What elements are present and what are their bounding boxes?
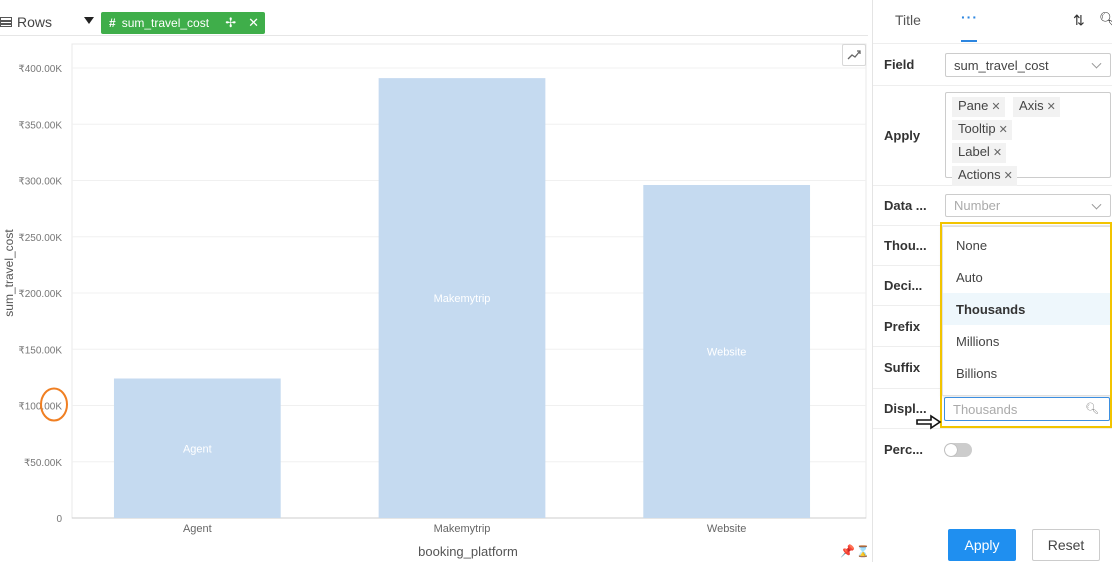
rows-shelf-selector[interactable]: Rows — [0, 8, 97, 36]
bar-label: Makemytrip — [434, 293, 491, 305]
chip-label[interactable]: Label ✕ — [952, 143, 1007, 163]
chevron-down-icon — [1091, 58, 1102, 69]
rows-label: Rows — [17, 14, 53, 30]
bar-label: Website — [707, 347, 747, 359]
field-select-value: sum_travel_cost — [954, 57, 1049, 73]
x-tick-label: Website — [707, 523, 747, 535]
arrow-right-icon — [916, 414, 942, 430]
panel-tabs: Title ··· ⇅ 🔍︎ — [873, 0, 1112, 44]
y-tick-label: ₹300.00K — [18, 177, 62, 188]
hourglass-icon[interactable]: ⌛ — [856, 546, 870, 558]
chip-actions[interactable]: Actions ✕ — [952, 166, 1017, 186]
percent-label: Perc... — [884, 441, 924, 457]
menu-item-none[interactable]: None — [943, 229, 1111, 261]
data-type-value: Number — [954, 198, 1001, 213]
reset-button[interactable]: Reset — [1032, 529, 1100, 561]
suffix-label: Suffix — [884, 360, 921, 375]
chevron-down-icon — [1091, 199, 1102, 210]
x-tick-label: Agent — [183, 523, 212, 535]
field-label: Field — [884, 57, 915, 72]
search-icon: 🔍︎ — [1085, 403, 1099, 415]
y-tick-label: ₹350.00K — [18, 120, 62, 131]
hash-icon: # — [109, 16, 116, 30]
y-tick-label: ₹150.00K — [18, 345, 62, 356]
measure-pill-label: sum_travel_cost — [121, 16, 210, 30]
rows-shelf: Rows # sum_travel_cost ✢ ✕ — [0, 8, 868, 36]
y-axis-title: sum_travel_cost — [2, 229, 16, 317]
apply-button[interactable]: Apply — [948, 529, 1016, 561]
apply-label: Apply — [884, 128, 921, 143]
y-tick-label: ₹400.00K — [18, 64, 62, 75]
menu-item-thousands[interactable]: Thousands — [943, 293, 1111, 325]
x-tick-label: Makemytrip — [434, 523, 491, 535]
y-tick-label: 0 — [56, 514, 62, 525]
sort-icon[interactable]: ⇅ — [1073, 12, 1085, 29]
measure-pill[interactable]: # sum_travel_cost ✢ ✕ — [101, 12, 265, 34]
percent-row: Perc... — [873, 429, 1112, 469]
chip-remove-icon[interactable]: ✕ — [991, 101, 1000, 113]
chip-remove-icon[interactable]: ✕ — [993, 147, 1002, 159]
chip-remove-icon[interactable]: ✕ — [1004, 170, 1013, 182]
chart-footer-icons: 📌⌛ — [840, 544, 870, 558]
chart-area: 0 ₹50.00K ₹100.00K ₹150.00K ₹200.00K ₹250.00K… — [0, 40, 870, 562]
menu-item-millions[interactable]: Millions — [943, 325, 1111, 357]
display-units-search[interactable]: Thousands 🔍︎ — [944, 397, 1110, 421]
y-tick-label: ₹250.00K — [18, 233, 62, 244]
rows-icon — [0, 17, 12, 27]
chip-tooltip[interactable]: Tooltip ✕ — [952, 120, 1012, 140]
apply-chip-input[interactable]: Pane ✕ Axis ✕ Tooltip ✕ Label ✕ Actions ✕ — [945, 92, 1111, 186]
menu-item-auto[interactable]: Auto — [943, 261, 1111, 293]
menu-item-billions[interactable]: Billions — [943, 357, 1111, 389]
field-row: Field sum_travel_cost — [873, 44, 1112, 86]
trend-icon — [847, 50, 861, 60]
data-type-select[interactable]: Number — [945, 194, 1111, 217]
search-icon[interactable]: 🔍︎ — [1099, 11, 1112, 28]
y-tick-label: ₹200.00K — [18, 289, 62, 300]
thousands-label: Thou... — [884, 238, 927, 253]
data-type-label: Data ... — [884, 198, 927, 213]
move-icon[interactable]: ✢ — [225, 15, 236, 31]
trend-button[interactable] — [842, 44, 866, 66]
tab-title[interactable]: Title — [895, 12, 921, 28]
decimals-label: Deci... — [884, 278, 923, 293]
bar-label: Agent — [183, 443, 212, 455]
chip-remove-icon[interactable]: ✕ — [1047, 101, 1056, 113]
percent-toggle[interactable] — [944, 443, 972, 457]
tab-more[interactable]: ··· — [961, 9, 978, 25]
display-units-placeholder: Thousands — [953, 401, 1018, 417]
tab-active-indicator — [961, 40, 977, 42]
field-select[interactable]: sum_travel_cost — [945, 53, 1111, 77]
chip-pane[interactable]: Pane ✕ — [952, 97, 1005, 117]
pin-icon[interactable]: 📌 — [840, 544, 855, 558]
data-type-row: Data ... Number — [873, 186, 1112, 226]
chip-remove-icon[interactable]: ✕ — [999, 124, 1008, 136]
display-units-menu: None Auto Thousands Millions Billions — [942, 226, 1112, 396]
prefix-label: Prefix — [884, 318, 921, 334]
close-icon[interactable]: ✕ — [248, 15, 259, 31]
bar-chart: 0₹50.00K₹100.00K₹150.00K₹200.00K₹250.00K… — [2, 43, 867, 559]
chip-axis[interactable]: Axis ✕ — [1013, 97, 1060, 117]
x-axis-title: booking_platform — [418, 544, 518, 559]
caret-down-icon[interactable] — [84, 17, 94, 24]
y-tick-label: ₹50.00K — [24, 458, 62, 469]
